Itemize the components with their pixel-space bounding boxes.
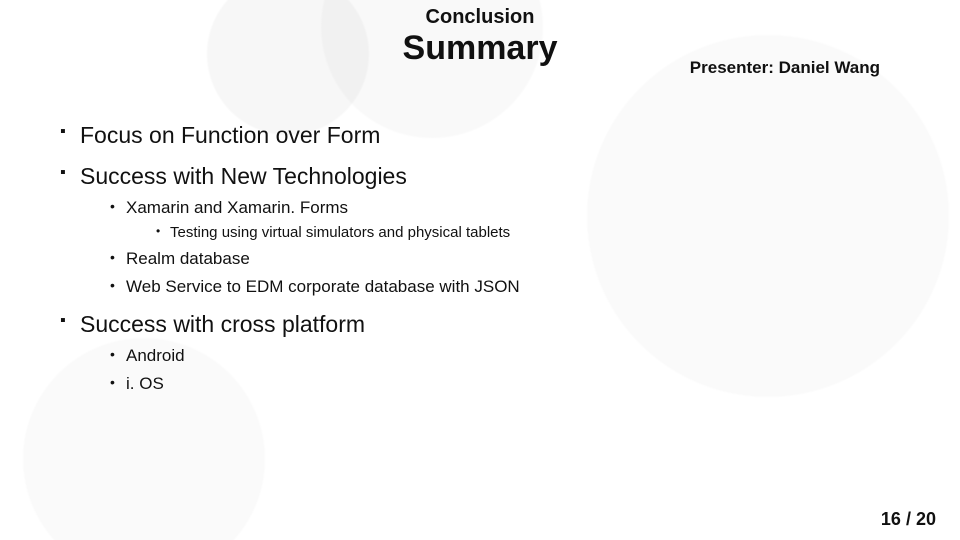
bullet-text: Success with New Technologies: [80, 163, 407, 189]
bullet-text: Xamarin and Xamarin. Forms: [126, 198, 348, 217]
bullet-sublist: Testing using virtual simulators and phy…: [126, 224, 900, 241]
bullet-lvl2: Web Service to EDM corporate database wi…: [110, 277, 900, 297]
page-total: 20: [916, 509, 936, 529]
bullet-sublist: Android i. OS: [80, 346, 900, 394]
bullet-list: Focus on Function over Form Success with…: [60, 122, 900, 394]
bullet-lvl1: Success with cross platform Android i. O…: [60, 311, 900, 394]
page-sep: /: [901, 509, 916, 529]
page-number: 16 / 20: [881, 509, 936, 530]
bullet-text: i. OS: [126, 374, 164, 393]
supertitle: Conclusion: [0, 6, 960, 29]
presenter-label: Presenter: Daniel Wang: [690, 58, 880, 78]
bullet-text: Success with cross platform: [80, 311, 365, 337]
bullet-text: Focus on Function over Form: [80, 122, 380, 148]
bullet-lvl3: Testing using virtual simulators and phy…: [156, 224, 900, 241]
bullet-lvl2: i. OS: [110, 374, 900, 394]
bullet-lvl2: Xamarin and Xamarin. Forms Testing using…: [110, 198, 900, 241]
slide: Conclusion Summary Presenter: Daniel Wan…: [0, 0, 960, 540]
bullet-lvl1: Success with New Technologies Xamarin an…: [60, 163, 900, 297]
bullet-text: Web Service to EDM corporate database wi…: [126, 277, 520, 296]
body-content: Focus on Function over Form Success with…: [60, 108, 900, 404]
bullet-sublist: Xamarin and Xamarin. Forms Testing using…: [80, 198, 900, 297]
bullet-text: Android: [126, 346, 185, 365]
bullet-text: Testing using virtual simulators and phy…: [170, 224, 510, 241]
page-current: 16: [881, 509, 901, 529]
bullet-text: Realm database: [126, 249, 250, 268]
bullet-lvl2: Android: [110, 346, 900, 366]
bullet-lvl2: Realm database: [110, 249, 900, 269]
bullet-lvl1: Focus on Function over Form: [60, 122, 900, 149]
